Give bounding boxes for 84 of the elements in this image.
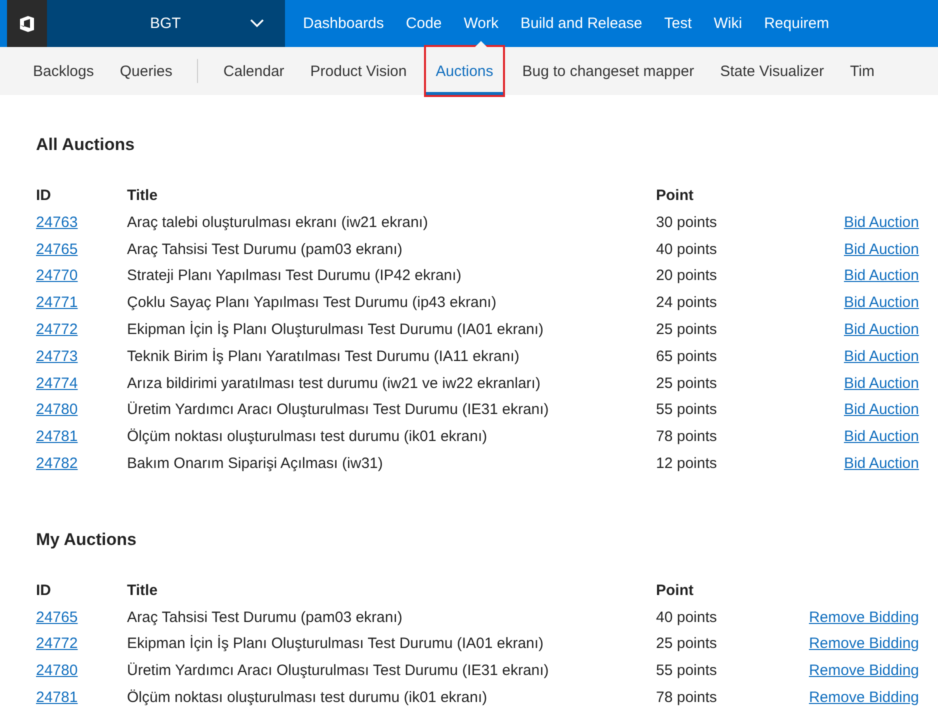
sub-tab[interactable]: Calendar bbox=[213, 47, 294, 95]
action-link[interactable]: Bid Auction bbox=[844, 210, 919, 237]
column-header: Title bbox=[127, 580, 159, 601]
id-link[interactable]: 24774 bbox=[36, 370, 127, 398]
id-link[interactable]: 24781 bbox=[36, 424, 127, 451]
sub-tab[interactable]: Bug to changeset mapper bbox=[512, 47, 704, 95]
action-link[interactable]: Bid Auction bbox=[844, 370, 919, 398]
product-logo-icon bbox=[17, 14, 37, 34]
project-selector[interactable]: BGT bbox=[47, 0, 285, 47]
action-link[interactable]: Bid Auction bbox=[844, 397, 919, 424]
id-link[interactable]: 24781 bbox=[36, 684, 127, 712]
hub-tab[interactable]: Wiki bbox=[702, 0, 754, 47]
hub-tab[interactable]: Test bbox=[653, 0, 703, 47]
section-heading: My Auctions bbox=[36, 530, 138, 550]
hub-tab[interactable]: Build and Release bbox=[509, 0, 654, 47]
table-cell-text: Üretim Yardımcı Aracı Oluşturulması Test Durumu (IE31 ekranı) bbox=[127, 400, 550, 420]
hub-tab[interactable]: Requirem bbox=[753, 0, 840, 47]
table-cell-text: Teknik Birim İş Planı Yaratılması Test Durumu (IA11 ekranı) bbox=[127, 346, 520, 367]
action-link[interactable]: Remove Bidding bbox=[808, 684, 919, 712]
table-cell-text: Ölçüm noktası oluşturulması test durumu (ik01 ekranı) bbox=[127, 427, 488, 448]
id-link[interactable]: 24773 bbox=[36, 344, 127, 371]
id-link[interactable]: 24771 bbox=[36, 290, 127, 317]
hub-tab[interactable]: Dashboards bbox=[292, 0, 395, 47]
sub-tab[interactable]: Backlogs bbox=[23, 47, 104, 95]
action-link[interactable]: Remove Bidding bbox=[808, 658, 919, 685]
column-header: ID bbox=[36, 580, 52, 601]
table-cell-text: Çoklu Sayaç Planı Yapılması Test Durumu (ip43 ekranı) bbox=[127, 293, 498, 314]
column-header: Point bbox=[656, 580, 694, 601]
action-link[interactable]: Remove Bidding bbox=[808, 604, 919, 632]
id-link[interactable]: 24772 bbox=[36, 316, 127, 344]
action-link[interactable]: Bid Auction bbox=[844, 424, 919, 451]
table-cell-text: 25 points bbox=[656, 374, 718, 394]
action-link[interactable]: Bid Auction bbox=[844, 263, 919, 290]
table-cell-text: Ölçüm noktası oluşturulması test durumu (ik01 ekranı) bbox=[127, 688, 488, 708]
table-cell-text: Bakım Onarım Siparişi Açılması (iw31) bbox=[127, 454, 384, 474]
hub-tab[interactable]: Work bbox=[452, 0, 510, 47]
table-cell-text: 40 points bbox=[656, 240, 718, 260]
sub-tab[interactable]: State Visualizer bbox=[710, 47, 834, 95]
table-cell-text: Arıza bildirimi yaratılması test durumu (iw21 ve iw22 ekranları) bbox=[127, 374, 542, 394]
id-link[interactable]: 24763 bbox=[36, 210, 127, 237]
table-cell-text: 78 points bbox=[656, 427, 718, 448]
table-cell-text: 12 points bbox=[656, 454, 718, 474]
project-name: BGT bbox=[150, 15, 181, 32]
id-link[interactable]: 24782 bbox=[36, 450, 127, 478]
table-cell-text: Araç Tahsisi Test Durumu (pam03 ekranı) bbox=[127, 608, 404, 628]
table-cell-text: Ekipman İçin İş Planı Oluşturulması Test Durumu (IA01 ekranı) bbox=[127, 634, 545, 654]
column-header: ID bbox=[36, 186, 52, 206]
table-cell-text: 78 points bbox=[656, 688, 718, 708]
table-cell-text: 25 points bbox=[656, 320, 718, 340]
id-link[interactable]: 24780 bbox=[36, 658, 127, 685]
column-header: Title bbox=[127, 186, 159, 206]
sub-tab[interactable]: Queries bbox=[110, 47, 182, 95]
chevron-down-icon bbox=[250, 19, 264, 28]
sub-tab[interactable]: Tim bbox=[840, 47, 884, 95]
table-cell-text: Üretim Yardımcı Aracı Oluşturulması Test Durumu (IE31 ekranı) bbox=[127, 661, 550, 682]
id-link[interactable]: 24765 bbox=[36, 604, 127, 632]
table-cell-text: Ekipman İçin İş Planı Oluşturulması Test Durumu (IA01 ekranı) bbox=[127, 320, 545, 340]
table-cell-text: 40 points bbox=[656, 608, 718, 628]
column-header: Point bbox=[656, 186, 694, 206]
hub-tab[interactable]: Code bbox=[394, 0, 453, 47]
sub-tab[interactable]: Auctions bbox=[426, 47, 504, 95]
table-cell-text: 20 points bbox=[656, 266, 718, 286]
id-link[interactable]: 24765 bbox=[36, 236, 127, 264]
action-link[interactable]: Bid Auction bbox=[844, 290, 919, 317]
table-cell-text: Araç Tahsisi Test Durumu (pam03 ekranı) bbox=[127, 240, 404, 260]
id-link[interactable]: 24772 bbox=[36, 631, 127, 658]
table-cell-text: 30 points bbox=[656, 212, 718, 233]
table-cell-text: Strateji Planı Yapılması Test Durumu (IP42 ekranı) bbox=[127, 266, 462, 286]
table-cell-text: 24 points bbox=[656, 293, 718, 314]
id-link[interactable]: 24780 bbox=[36, 397, 127, 424]
action-link[interactable]: Bid Auction bbox=[844, 316, 919, 344]
table-cell-text: 65 points bbox=[656, 346, 718, 367]
action-link[interactable]: Bid Auction bbox=[844, 344, 919, 371]
action-link[interactable]: Bid Auction bbox=[844, 236, 919, 264]
table-cell-text: 25 points bbox=[656, 634, 718, 654]
action-link[interactable]: Remove Bidding bbox=[808, 631, 919, 658]
section-heading: All Auctions bbox=[36, 135, 136, 155]
table-cell-text: Araç talebi oluşturulması ekranı (iw21 ekranı) bbox=[127, 212, 429, 233]
id-link[interactable]: 24770 bbox=[36, 263, 127, 290]
table-cell-text: 55 points bbox=[656, 661, 718, 682]
logo-tile[interactable] bbox=[7, 0, 47, 47]
action-link[interactable]: Bid Auction bbox=[844, 450, 919, 478]
table-cell-text: 55 points bbox=[656, 400, 718, 420]
sub-tab[interactable]: Product Vision bbox=[300, 47, 417, 95]
